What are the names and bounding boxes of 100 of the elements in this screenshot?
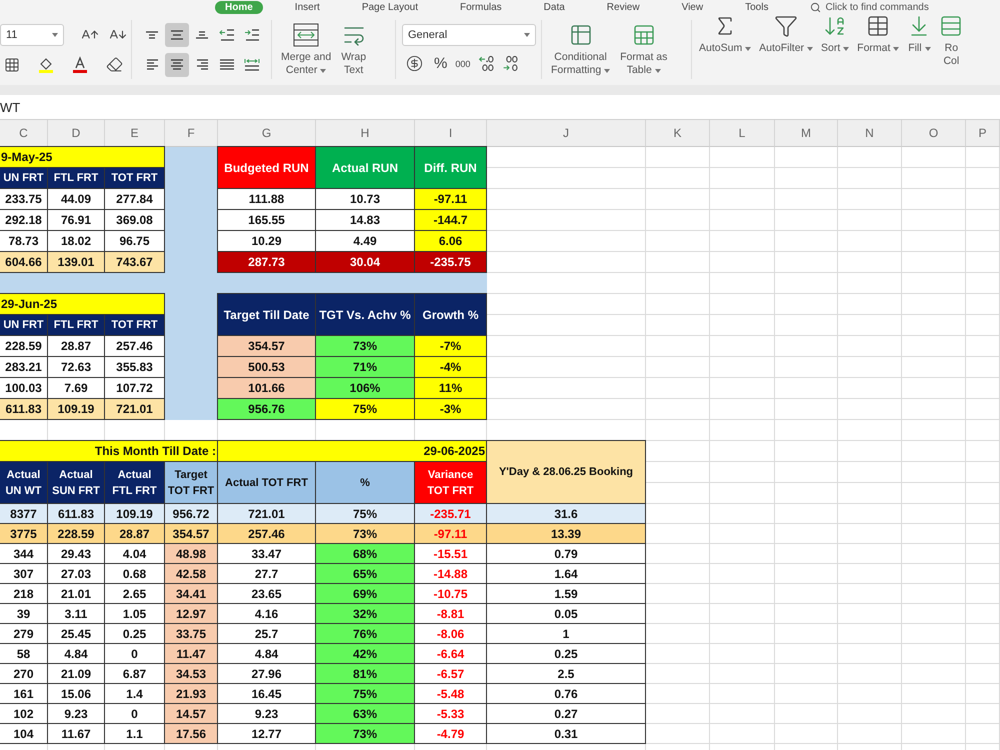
table-cell: 109.19 bbox=[104, 503, 165, 524]
align-bottom-icon bbox=[196, 30, 208, 38]
table-header: Target Till Date bbox=[217, 293, 316, 336]
merge-center-button[interactable]: Merge and Center bbox=[278, 22, 334, 76]
table-cell: 611.83 bbox=[47, 503, 105, 524]
table-cell: 32% bbox=[315, 603, 415, 624]
caret-icon bbox=[52, 32, 58, 36]
table-cell: 106% bbox=[315, 377, 415, 399]
comma-style-button[interactable]: 000 bbox=[455, 58, 470, 68]
column-header[interactable]: F bbox=[165, 120, 218, 147]
column-header[interactable]: G bbox=[218, 120, 316, 147]
table-cell: 69% bbox=[315, 583, 415, 604]
align-middle-icon bbox=[171, 30, 183, 40]
table-header: Actual FTL FRT bbox=[104, 461, 165, 504]
column-header[interactable]: N bbox=[838, 120, 902, 147]
increase-decimal-icon[interactable] bbox=[478, 56, 494, 72]
autosum-button[interactable]: AutoSum bbox=[696, 14, 754, 85]
table-cell: 13.39 bbox=[486, 523, 646, 544]
format-button[interactable]: Format bbox=[854, 14, 902, 85]
table-header: Diff. RUN bbox=[414, 146, 487, 189]
table-cell: 48.98 bbox=[164, 543, 218, 564]
number-format-field[interactable]: General bbox=[402, 24, 536, 46]
table-title: 9-May-25 bbox=[0, 146, 165, 168]
column-header[interactable]: C bbox=[0, 120, 48, 147]
table-cell: 34.53 bbox=[164, 663, 218, 684]
table-cell: 12.97 bbox=[164, 603, 218, 624]
ribbon-tab[interactable]: View bbox=[672, 0, 714, 14]
fill-button[interactable]: Fill bbox=[904, 14, 934, 85]
column-header[interactable]: H bbox=[316, 120, 415, 147]
align-button[interactable] bbox=[165, 22, 189, 46]
table-cell: 75% bbox=[315, 683, 415, 704]
align-justify-icon bbox=[220, 59, 234, 70]
command-search[interactable]: Click to find commands bbox=[810, 2, 929, 12]
table-header: Actual TOT FRT bbox=[217, 461, 316, 504]
align-distributed-icon bbox=[244, 58, 260, 72]
align-button[interactable] bbox=[165, 52, 189, 76]
ribbon-tab[interactable]: Data bbox=[534, 0, 575, 14]
table-cell: 73% bbox=[315, 335, 415, 357]
table-cell: 257.46 bbox=[217, 523, 316, 544]
table-icon bbox=[866, 14, 890, 38]
ribbon-tab[interactable]: Page Layout bbox=[352, 0, 428, 14]
table-cell: 6.06 bbox=[414, 230, 487, 252]
table-cell: -4% bbox=[414, 356, 487, 378]
column-header[interactable]: P bbox=[966, 120, 1000, 147]
percent-button[interactable]: % bbox=[434, 55, 448, 72]
align-outdent-icon bbox=[219, 28, 235, 42]
table-cell: 109.19 bbox=[47, 398, 105, 420]
table-cell: 500.53 bbox=[217, 356, 316, 378]
ribbon-tab[interactable]: Insert bbox=[284, 0, 330, 14]
column-header[interactable]: D bbox=[48, 120, 105, 147]
table-cell: 3775 bbox=[0, 523, 48, 544]
table-cell: -97.11 bbox=[414, 523, 487, 544]
font-size-field[interactable]: 11 bbox=[0, 24, 64, 46]
ribbon-tab[interactable]: Formulas bbox=[450, 0, 512, 14]
autofilter-button[interactable]: AutoFilter bbox=[756, 14, 816, 85]
formula-text: WT bbox=[0, 100, 20, 114]
column-header[interactable]: O bbox=[902, 120, 966, 147]
table-cell: 101.66 bbox=[217, 377, 316, 399]
wrap-text-button[interactable]: Wrap Text bbox=[338, 22, 370, 76]
table-cell: 34.41 bbox=[164, 583, 218, 604]
column-header[interactable]: M bbox=[775, 120, 838, 147]
table-header: TOT FRT bbox=[104, 314, 165, 336]
merge-cells-icon bbox=[293, 22, 320, 46]
table-cell: 30.04 bbox=[315, 251, 415, 273]
table-header: Target TOT FRT bbox=[164, 461, 218, 504]
table-cell: 956.72 bbox=[164, 503, 218, 524]
column-header[interactable]: E bbox=[105, 120, 165, 147]
table-cell: 42% bbox=[315, 643, 415, 664]
table-cell: 743.67 bbox=[104, 251, 165, 273]
table-title: 29-06-2025 bbox=[217, 440, 487, 462]
table-cell: 354.57 bbox=[217, 335, 316, 357]
table-cell: -144.7 bbox=[414, 209, 487, 231]
ribbon-tab[interactable]: Review bbox=[596, 0, 650, 14]
table-header: Actual SUN FRT bbox=[47, 461, 105, 504]
align-center-icon bbox=[171, 59, 183, 70]
table-header: Actual UN WT bbox=[0, 461, 48, 504]
table-title: This Month Till Date : bbox=[0, 440, 218, 462]
table-header: FTL FRT bbox=[47, 167, 105, 189]
column-header[interactable]: L bbox=[710, 120, 775, 147]
table-cell: 28.87 bbox=[104, 523, 165, 544]
table-cell: 73% bbox=[315, 523, 415, 544]
table-cell: 287.73 bbox=[217, 251, 316, 273]
column-header[interactable]: K bbox=[646, 120, 710, 147]
table-cell: 33.75 bbox=[164, 623, 218, 644]
column-header[interactable]: J bbox=[487, 120, 646, 147]
dollar-icon bbox=[406, 55, 422, 72]
sort-button[interactable]: Sort bbox=[818, 14, 852, 85]
format-table-button[interactable]: Format as Table bbox=[617, 22, 670, 76]
ribbon-tab[interactable]: Tools bbox=[735, 0, 778, 14]
border-icon bbox=[4, 56, 20, 72]
table-header: TOT FRT bbox=[104, 167, 165, 189]
conditional-formatting-button[interactable]: Conditional Formatting bbox=[548, 22, 614, 76]
table-header: UN FRT bbox=[0, 314, 48, 336]
column-header[interactable]: I bbox=[415, 120, 487, 147]
rows-columns-button[interactable]: Ro Col bbox=[936, 14, 966, 85]
table-cell: 81% bbox=[315, 663, 415, 684]
align-top-icon bbox=[146, 30, 158, 38]
caret-icon bbox=[524, 32, 530, 36]
table-cell: 354.57 bbox=[164, 523, 218, 544]
decrease-decimal-icon[interactable] bbox=[502, 56, 518, 72]
